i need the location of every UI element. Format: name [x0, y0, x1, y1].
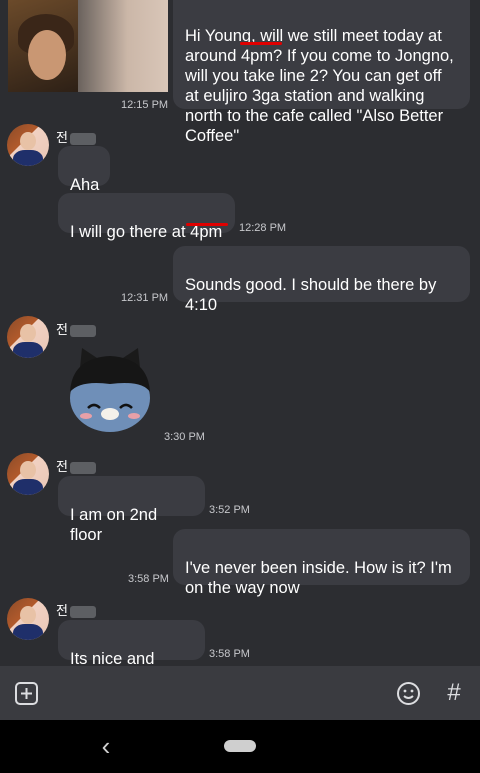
- message-time: 3:58 PM: [209, 648, 250, 660]
- message-time: 3:30 PM: [164, 431, 205, 443]
- avatar[interactable]: [7, 316, 49, 358]
- message-time: 3:52 PM: [209, 504, 250, 516]
- message-time: 12:31 PM: [121, 292, 169, 304]
- avatar[interactable]: [7, 598, 49, 640]
- home-pill[interactable]: [224, 740, 256, 752]
- message-text: I've never been inside. How is it? I'm o…: [185, 559, 452, 597]
- composer-bar: #: [0, 666, 480, 720]
- message-time: 12:15 PM: [121, 99, 169, 111]
- message-text: Sounds good. I should be there by 4:10: [185, 276, 437, 314]
- shared-photo[interactable]: [8, 0, 168, 92]
- message-bubble-incoming[interactable]: I will go there at 4pm: [58, 193, 235, 241]
- sender-name: 전: [56, 456, 96, 475]
- message-bubble-outgoing[interactable]: I've never been inside. How is it? I'm o…: [173, 529, 470, 597]
- message-bubble-incoming[interactable]: Its nice and calm: [58, 620, 205, 688]
- hashtag-icon[interactable]: #: [440, 679, 468, 707]
- cat-sticker[interactable]: [58, 340, 162, 438]
- photo-face: [28, 30, 66, 80]
- sender-name: 전: [56, 600, 96, 619]
- message-bubble-outgoing[interactable]: Hi Young, will we still meet today at ar…: [173, 0, 470, 145]
- message-time: 3:58 PM: [128, 573, 169, 585]
- message-bubble-outgoing[interactable]: Sounds good. I should be there by 4:10: [173, 246, 470, 314]
- sender-name: 전: [56, 319, 96, 338]
- message-bubble-incoming[interactable]: Aha: [58, 146, 110, 194]
- emoji-icon[interactable]: [396, 681, 421, 706]
- back-icon[interactable]: ‹: [96, 731, 116, 761]
- message-text: Hi Young, will we still meet today at ar…: [185, 27, 454, 145]
- plus-box-icon[interactable]: [14, 681, 39, 706]
- message-bubble-incoming[interactable]: I am on 2nd floor: [58, 476, 205, 544]
- message-text: Aha: [70, 176, 100, 194]
- highlight-underline: [240, 42, 282, 45]
- sender-name: 전: [56, 127, 96, 146]
- highlight-underline: [186, 223, 228, 226]
- avatar[interactable]: [7, 124, 49, 166]
- message-text: I am on 2nd floor: [70, 506, 158, 544]
- avatar[interactable]: [7, 453, 49, 495]
- system-nav-bar: ‹: [0, 720, 480, 773]
- message-time: 12:28 PM: [239, 222, 287, 234]
- photo-right: [78, 0, 168, 92]
